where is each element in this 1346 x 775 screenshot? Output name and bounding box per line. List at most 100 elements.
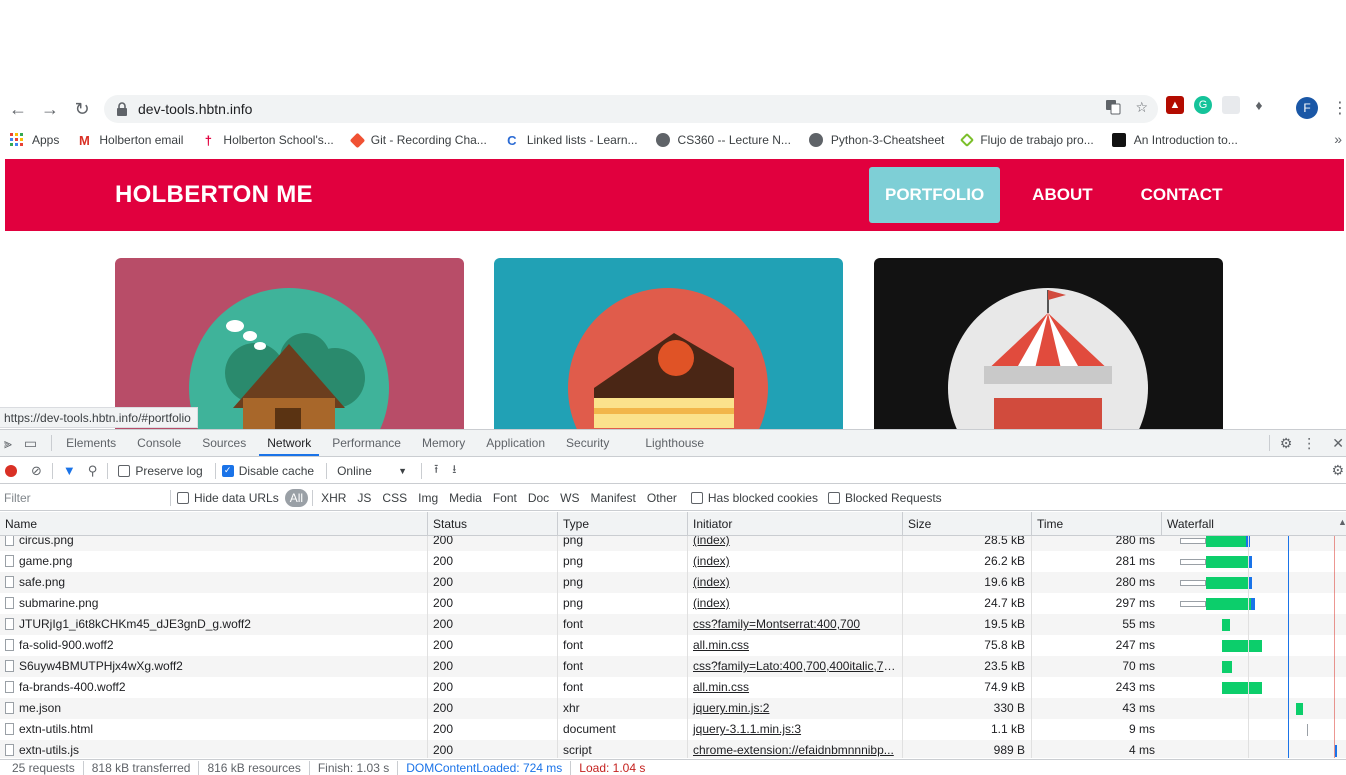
tab-network[interactable]: Network xyxy=(259,430,320,456)
bookmark-introduction[interactable]: An Introduction to... xyxy=(1111,129,1246,151)
reload-icon[interactable]: ↻ xyxy=(66,95,98,123)
bookmark-star-icon[interactable]: ☆ xyxy=(1135,99,1148,118)
table-row[interactable]: fa-solid-900.woff2 200 font all.min.css 75.8… xyxy=(0,635,1346,656)
column-header-size[interactable]: Size xyxy=(902,512,1031,535)
nav-contact[interactable]: CONTACT xyxy=(1125,167,1239,223)
table-row[interactable]: submarine.png 200 png (index) 24.7 kB 297 ms xyxy=(0,593,1346,614)
checkbox-box[interactable] xyxy=(118,464,131,477)
extensions-puzzle-icon[interactable]: ♦ xyxy=(1250,96,1268,114)
bookmark-linked-lists[interactable]: C Linked lists - Learn... xyxy=(505,129,646,151)
site-brand[interactable]: HOLBERTON ME xyxy=(115,181,313,209)
search-icon[interactable]: ⚲ xyxy=(88,463,98,479)
tab-lighthouse[interactable]: Lighthouse xyxy=(637,430,712,456)
column-header-status[interactable]: Status xyxy=(427,512,557,535)
cell-initiator[interactable]: (index) xyxy=(687,572,902,593)
cell-initiator[interactable]: all.min.css xyxy=(687,635,902,656)
bookmark-python-cheatsheet[interactable]: Python-3-Cheatsheet xyxy=(808,129,952,151)
tab-elements[interactable]: Elements xyxy=(58,430,124,456)
table-row[interactable]: me.json 200 xhr jquery.min.js:2 330 B 43 ms xyxy=(0,698,1346,719)
export-har-icon[interactable]: ⭳ xyxy=(452,460,456,481)
acrobat-extension-icon[interactable]: ▲ xyxy=(1166,96,1184,114)
network-settings-gear-icon[interactable]: ⚙ xyxy=(1331,462,1344,479)
disable-cache-checkbox[interactable]: ✓ Disable cache xyxy=(221,464,314,478)
cell-initiator[interactable]: (index) xyxy=(687,551,902,572)
type-filter-ws[interactable]: WS xyxy=(555,489,584,507)
has-blocked-cookies-checkbox[interactable]: Has blocked cookies xyxy=(690,491,818,505)
cell-initiator[interactable]: (index) xyxy=(687,593,902,614)
tab-console[interactable]: Console xyxy=(129,430,189,456)
tab-memory[interactable]: Memory xyxy=(414,430,473,456)
portfolio-card-cake[interactable] xyxy=(494,258,843,429)
type-filter-css[interactable]: CSS xyxy=(377,489,412,507)
bookmark-apps[interactable]: Apps xyxy=(10,129,67,151)
tab-performance[interactable]: Performance xyxy=(324,430,409,456)
hide-data-urls-checkbox[interactable]: Hide data URLs xyxy=(177,491,279,505)
table-row[interactable]: safe.png 200 png (index) 19.6 kB 280 ms xyxy=(0,572,1346,593)
more-options-icon[interactable]: ⋮ xyxy=(1302,435,1316,452)
forward-arrow-icon[interactable]: → xyxy=(34,95,66,123)
inspect-element-icon[interactable]: ⫸ xyxy=(4,435,12,452)
table-row[interactable]: JTURjIg1_i6t8kCHKm45_dJE3gnD_g.woff2 200 f… xyxy=(0,614,1346,635)
column-header-waterfall[interactable]: Waterfall xyxy=(1161,512,1346,535)
blank-extension-icon[interactable] xyxy=(1222,96,1240,114)
type-filter-manifest[interactable]: Manifest xyxy=(586,489,641,507)
checkbox-box[interactable] xyxy=(827,491,840,504)
checkbox-box[interactable] xyxy=(177,491,189,504)
cell-initiator[interactable]: css?family=Montserrat:400,700 xyxy=(687,614,902,635)
tab-application[interactable]: Application xyxy=(478,430,553,456)
column-header-type[interactable]: Type xyxy=(557,512,687,535)
preserve-log-checkbox[interactable]: Preserve log xyxy=(118,464,203,478)
omnibox[interactable]: dev-tools.hbtn.info ☆ xyxy=(104,95,1158,123)
device-toolbar-icon[interactable]: ▭ xyxy=(24,435,37,452)
back-arrow-icon[interactable]: ← xyxy=(2,95,34,123)
cell-initiator[interactable]: all.min.css xyxy=(687,677,902,698)
type-filter-media[interactable]: Media xyxy=(444,489,487,507)
filter-input[interactable]: Filter xyxy=(4,488,162,507)
tab-security[interactable]: Security xyxy=(558,430,617,456)
grammarly-extension-icon[interactable]: G xyxy=(1194,96,1212,114)
clear-icon[interactable]: ⊘ xyxy=(31,463,42,479)
table-row[interactable]: extn-utils.js 200 script chrome-extension:/… xyxy=(0,740,1346,758)
checkbox-box[interactable] xyxy=(690,491,703,504)
cell-initiator[interactable]: jquery.min.js:2 xyxy=(687,698,902,719)
profile-avatar[interactable]: F xyxy=(1296,97,1318,119)
settings-gear-icon[interactable]: ⚙ xyxy=(1280,435,1293,452)
nav-portfolio[interactable]: PORTFOLIO xyxy=(869,167,1001,223)
cell-initiator[interactable]: chrome-extension://efaidnbmnnnibp... xyxy=(687,740,902,758)
bookmark-flujo[interactable]: Flujo de trabajo pro... xyxy=(960,129,1101,151)
bookmark-holberton-email[interactable]: M Holberton email xyxy=(77,129,191,151)
throttle-select[interactable]: Online ▼ xyxy=(337,464,407,478)
checkbox-box[interactable]: ✓ xyxy=(221,464,234,477)
column-header-name[interactable]: Name xyxy=(0,512,427,535)
cell-initiator[interactable]: css?family=Lato:400,700,400italic,700... xyxy=(687,656,902,677)
browser-menu-icon[interactable]: ⋮ xyxy=(1332,98,1346,118)
blocked-requests-checkbox[interactable]: Blocked Requests xyxy=(827,491,942,505)
translate-icon[interactable] xyxy=(1105,99,1121,118)
table-row[interactable]: fa-brands-400.woff2 200 font all.min.css 74.… xyxy=(0,677,1346,698)
close-icon[interactable]: ✕ xyxy=(1332,435,1344,452)
bookmarks-overflow-icon[interactable]: » xyxy=(1334,131,1342,147)
record-icon[interactable] xyxy=(5,464,17,477)
cell-initiator[interactable]: jquery-3.1.1.min.js:3 xyxy=(687,719,902,740)
type-filter-font[interactable]: Font xyxy=(488,489,522,507)
portfolio-card-circus[interactable] xyxy=(874,258,1223,429)
type-filter-other[interactable]: Other xyxy=(642,489,682,507)
filter-funnel-icon[interactable]: ▼ xyxy=(63,463,76,478)
table-row[interactable]: S6uyw4BMUTPHjx4wXg.woff2 200 font css?famil… xyxy=(0,656,1346,677)
table-row[interactable]: game.png 200 png (index) 26.2 kB 281 ms xyxy=(0,551,1346,572)
nav-about[interactable]: ABOUT xyxy=(1016,167,1108,223)
type-filter-xhr[interactable]: XHR xyxy=(316,489,351,507)
type-filter-img[interactable]: Img xyxy=(413,489,443,507)
column-header-initiator[interactable]: Initiator xyxy=(687,512,902,535)
type-filter-all[interactable]: All xyxy=(284,488,309,507)
table-row[interactable]: extn-utils.html 200 document jquery-3.1.1.m… xyxy=(0,719,1346,740)
type-filter-doc[interactable]: Doc xyxy=(523,489,554,507)
column-header-time[interactable]: Time xyxy=(1031,512,1161,535)
bookmark-cs360[interactable]: CS360 -- Lecture N... xyxy=(655,129,799,151)
tab-sources[interactable]: Sources xyxy=(194,430,254,456)
import-har-icon[interactable]: ⭱ xyxy=(434,460,438,481)
bookmark-holberton-school[interactable]: † Holberton School's... xyxy=(201,129,341,151)
type-filter-js[interactable]: JS xyxy=(352,489,376,507)
bookmark-git[interactable]: Git - Recording Cha... xyxy=(349,129,495,151)
portfolio-card-cabin[interactable] xyxy=(115,258,464,429)
